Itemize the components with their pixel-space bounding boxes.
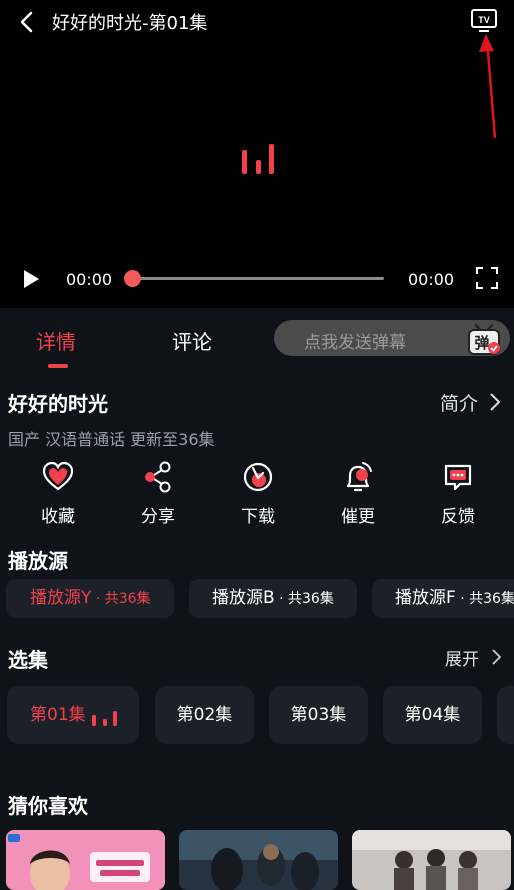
source-pill-f[interactable]: 播放源F · 共36集	[372, 579, 514, 618]
episode-04[interactable]: 第04集	[383, 686, 482, 744]
feedback-label: 反馈	[441, 507, 475, 527]
episode-label: 第03集	[290, 705, 347, 725]
danmu-toggle-icon[interactable]: 弹	[466, 322, 502, 356]
episode-label: 第04集	[404, 705, 461, 725]
episodes-title: 选集	[8, 648, 48, 672]
recommend-title: 猜你喜欢	[8, 794, 88, 818]
danmu-placeholder: 点我发送弹幕	[304, 333, 406, 353]
tab-comments[interactable]: 评论	[172, 326, 212, 355]
chevron-right-icon[interactable]	[490, 648, 502, 666]
download-label: 下载	[241, 507, 275, 527]
show-meta: 国产 汉语普通话 更新至36集	[8, 430, 215, 449]
episode-03[interactable]: 第03集	[269, 686, 368, 744]
source-name: 播放源F	[395, 588, 456, 608]
episode-01[interactable]: 第01集	[7, 686, 139, 744]
share-label: 分享	[141, 507, 175, 527]
tab-active-indicator	[48, 364, 68, 368]
back-arrow-icon[interactable]	[14, 8, 42, 36]
progress-thumb[interactable]	[124, 270, 141, 287]
source-name: 播放源B	[212, 588, 275, 608]
total-time: 00:00	[408, 270, 455, 289]
recommend-card[interactable]	[352, 830, 511, 890]
progress-track[interactable]	[132, 277, 384, 280]
episode-more-partial[interactable]	[497, 686, 514, 744]
share-button[interactable]: 分享	[128, 460, 188, 527]
urge-update-button[interactable]: 催更	[328, 460, 388, 527]
download-button[interactable]: 下载	[228, 460, 288, 527]
expand-link[interactable]: 展开	[445, 645, 479, 670]
chevron-right-icon[interactable]	[488, 392, 502, 412]
source-count: · 共36集	[91, 591, 151, 607]
fullscreen-icon[interactable]	[476, 267, 498, 289]
recommend-card[interactable]	[179, 830, 338, 890]
urge-update-label: 催更	[341, 507, 375, 527]
episode-02[interactable]: 第02集	[155, 686, 254, 744]
danmu-icon-text: 弹	[474, 334, 489, 352]
bell-icon	[346, 462, 372, 492]
intro-link[interactable]: 简介	[440, 389, 478, 416]
episode-label: 第01集	[30, 705, 86, 725]
poster-image	[352, 830, 511, 890]
play-icon[interactable]	[20, 268, 42, 290]
annotation-arrow	[479, 34, 497, 139]
tab-detail[interactable]: 详情	[36, 326, 76, 355]
source-pill-b[interactable]: 播放源B · 共36集	[189, 579, 357, 618]
source-name: 播放源Y	[30, 588, 92, 608]
poster-image	[6, 830, 165, 890]
now-playing-icon	[92, 711, 117, 726]
recommend-card[interactable]	[6, 830, 165, 890]
current-time: 00:00	[66, 270, 113, 289]
episode-label: 第02集	[176, 705, 233, 725]
feedback-button[interactable]: 反馈	[428, 460, 488, 527]
poster-image	[179, 830, 338, 890]
source-pill-y[interactable]: 播放源Y · 共36集	[6, 579, 174, 618]
source-count: · 共36集	[455, 591, 514, 607]
sources-title: 播放源	[8, 549, 68, 573]
show-title: 好好的时光	[8, 392, 108, 416]
heart-icon	[42, 461, 74, 491]
svg-text:TV: TV	[478, 15, 490, 25]
favorite-label: 收藏	[41, 507, 75, 527]
share-icon	[145, 461, 171, 493]
feedback-icon	[444, 464, 472, 491]
loading-bars-icon	[242, 144, 274, 174]
video-title: 好好的时光-第01集	[52, 13, 208, 34]
favorite-button[interactable]: 收藏	[28, 460, 88, 527]
download-icon	[243, 462, 273, 492]
source-count: · 共36集	[274, 591, 334, 607]
